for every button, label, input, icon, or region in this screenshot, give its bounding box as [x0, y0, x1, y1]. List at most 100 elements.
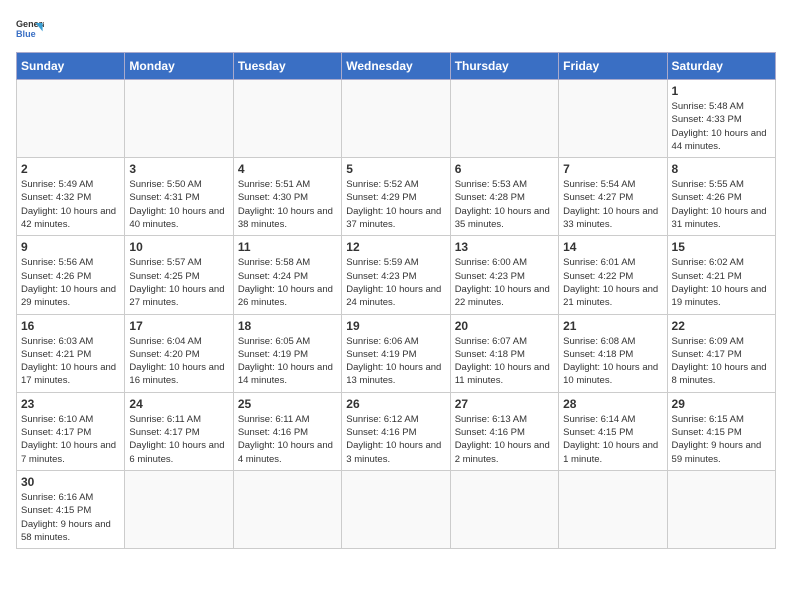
day-number: 13	[455, 240, 554, 254]
day-info: Sunrise: 5:57 AM Sunset: 4:25 PM Dayligh…	[129, 256, 228, 309]
calendar-cell: 1Sunrise: 5:48 AM Sunset: 4:33 PM Daylig…	[667, 80, 775, 158]
calendar-cell: 15 Sunrise: 6:02 AM Sunset: 4:21 PM Dayli…	[667, 236, 775, 314]
day-info: Sunrise: 6:11 AM Sunset: 4:16 PM Dayligh…	[238, 413, 337, 466]
day-info: Sunrise: 5:58 AM Sunset: 4:24 PM Dayligh…	[238, 256, 337, 309]
day-info: Sunrise: 6:07 AM Sunset: 4:18 PM Dayligh…	[455, 335, 554, 388]
day-info: Sunrise: 6:04 AM Sunset: 4:20 PM Dayligh…	[129, 335, 228, 388]
calendar-cell: 24 Sunrise: 6:11 AM Sunset: 4:17 PM Dayli…	[125, 392, 233, 470]
day-number: 26	[346, 397, 445, 411]
calendar-cell: 16 Sunrise: 6:03 AM Sunset: 4:21 PM Dayli…	[17, 314, 125, 392]
day-info: Sunrise: 5:55 AM Sunset: 4:26 PM Dayligh…	[672, 178, 771, 231]
day-info: Sunrise: 6:12 AM Sunset: 4:16 PM Dayligh…	[346, 413, 445, 466]
day-info: Sunrise: 5:56 AM Sunset: 4:26 PM Dayligh…	[21, 256, 120, 309]
day-number: 17	[129, 319, 228, 333]
day-number: 11	[238, 240, 337, 254]
weekday-header-friday: Friday	[559, 53, 667, 80]
calendar-cell: 29 Sunrise: 6:15 AM Sunset: 4:15 PM Dayli…	[667, 392, 775, 470]
calendar-table: SundayMondayTuesdayWednesdayThursdayFrid…	[16, 52, 776, 549]
calendar-cell	[125, 470, 233, 548]
calendar-cell	[450, 470, 558, 548]
day-number: 3	[129, 162, 228, 176]
day-info: Sunrise: 6:10 AM Sunset: 4:17 PM Dayligh…	[21, 413, 120, 466]
day-info: Sunrise: 6:00 AM Sunset: 4:23 PM Dayligh…	[455, 256, 554, 309]
calendar-cell: 27 Sunrise: 6:13 AM Sunset: 4:16 PM Dayli…	[450, 392, 558, 470]
calendar-cell	[450, 80, 558, 158]
calendar-cell: 18Sunrise: 6:05 AM Sunset: 4:19 PM Dayli…	[233, 314, 341, 392]
svg-text:Blue: Blue	[16, 29, 36, 39]
day-number: 15	[672, 240, 771, 254]
day-number: 5	[346, 162, 445, 176]
calendar-cell	[667, 470, 775, 548]
day-info: Sunrise: 5:48 AM Sunset: 4:33 PM Dayligh…	[672, 100, 771, 153]
day-number: 4	[238, 162, 337, 176]
calendar-cell	[17, 80, 125, 158]
calendar-cell: 20 Sunrise: 6:07 AM Sunset: 4:18 PM Dayli…	[450, 314, 558, 392]
calendar-cell: 11 Sunrise: 5:58 AM Sunset: 4:24 PM Dayli…	[233, 236, 341, 314]
day-info: Sunrise: 6:01 AM Sunset: 4:22 PM Dayligh…	[563, 256, 662, 309]
day-number: 29	[672, 397, 771, 411]
calendar-cell: 2 Sunrise: 5:49 AM Sunset: 4:32 PM Daylig…	[17, 158, 125, 236]
day-number: 30	[21, 475, 120, 489]
day-number: 24	[129, 397, 228, 411]
day-info: Sunrise: 6:09 AM Sunset: 4:17 PM Dayligh…	[672, 335, 771, 388]
calendar-cell: 28 Sunrise: 6:14 AM Sunset: 4:15 PM Dayli…	[559, 392, 667, 470]
day-info: Sunrise: 5:51 AM Sunset: 4:30 PM Dayligh…	[238, 178, 337, 231]
day-info: Sunrise: 6:03 AM Sunset: 4:21 PM Dayligh…	[21, 335, 120, 388]
calendar-cell: 17 Sunrise: 6:04 AM Sunset: 4:20 PM Dayli…	[125, 314, 233, 392]
calendar-cell: 5Sunrise: 5:52 AM Sunset: 4:29 PM Daylig…	[342, 158, 450, 236]
day-info: Sunrise: 5:49 AM Sunset: 4:32 PM Dayligh…	[21, 178, 120, 231]
day-info: Sunrise: 6:11 AM Sunset: 4:17 PM Dayligh…	[129, 413, 228, 466]
weekday-header-tuesday: Tuesday	[233, 53, 341, 80]
calendar-cell: 12Sunrise: 5:59 AM Sunset: 4:23 PM Dayli…	[342, 236, 450, 314]
calendar-cell: 23Sunrise: 6:10 AM Sunset: 4:17 PM Dayli…	[17, 392, 125, 470]
logo: General Blue	[16, 16, 52, 44]
day-number: 16	[21, 319, 120, 333]
day-number: 27	[455, 397, 554, 411]
day-number: 6	[455, 162, 554, 176]
day-number: 25	[238, 397, 337, 411]
day-number: 9	[21, 240, 120, 254]
calendar-cell	[559, 80, 667, 158]
calendar-cell: 26 Sunrise: 6:12 AM Sunset: 4:16 PM Dayli…	[342, 392, 450, 470]
calendar-cell: 22 Sunrise: 6:09 AM Sunset: 4:17 PM Dayli…	[667, 314, 775, 392]
calendar-cell: 8 Sunrise: 5:55 AM Sunset: 4:26 PM Daylig…	[667, 158, 775, 236]
calendar-cell: 6 Sunrise: 5:53 AM Sunset: 4:28 PM Daylig…	[450, 158, 558, 236]
day-info: Sunrise: 6:02 AM Sunset: 4:21 PM Dayligh…	[672, 256, 771, 309]
day-info: Sunrise: 6:06 AM Sunset: 4:19 PM Dayligh…	[346, 335, 445, 388]
day-info: Sunrise: 6:08 AM Sunset: 4:18 PM Dayligh…	[563, 335, 662, 388]
day-info: Sunrise: 5:54 AM Sunset: 4:27 PM Dayligh…	[563, 178, 662, 231]
day-number: 22	[672, 319, 771, 333]
calendar-cell	[342, 470, 450, 548]
day-number: 10	[129, 240, 228, 254]
calendar-cell: 19Sunrise: 6:06 AM Sunset: 4:19 PM Dayli…	[342, 314, 450, 392]
day-number: 18	[238, 319, 337, 333]
day-number: 21	[563, 319, 662, 333]
day-info: Sunrise: 6:14 AM Sunset: 4:15 PM Dayligh…	[563, 413, 662, 466]
day-info: Sunrise: 5:53 AM Sunset: 4:28 PM Dayligh…	[455, 178, 554, 231]
day-info: Sunrise: 5:50 AM Sunset: 4:31 PM Dayligh…	[129, 178, 228, 231]
calendar-cell: 21 Sunrise: 6:08 AM Sunset: 4:18 PM Dayli…	[559, 314, 667, 392]
day-info: Sunrise: 6:13 AM Sunset: 4:16 PM Dayligh…	[455, 413, 554, 466]
calendar-cell: 7 Sunrise: 5:54 AM Sunset: 4:27 PM Daylig…	[559, 158, 667, 236]
day-info: Sunrise: 6:16 AM Sunset: 4:15 PM Dayligh…	[21, 491, 120, 544]
day-info: Sunrise: 6:15 AM Sunset: 4:15 PM Dayligh…	[672, 413, 771, 466]
generalblue-logo-icon: General Blue	[16, 16, 44, 44]
day-number: 12	[346, 240, 445, 254]
day-number: 20	[455, 319, 554, 333]
day-number: 2	[21, 162, 120, 176]
day-number: 7	[563, 162, 662, 176]
calendar-cell: 3 Sunrise: 5:50 AM Sunset: 4:31 PM Daylig…	[125, 158, 233, 236]
calendar-cell	[233, 470, 341, 548]
calendar-cell: 13 Sunrise: 6:00 AM Sunset: 4:23 PM Dayli…	[450, 236, 558, 314]
calendar-cell: 25 Sunrise: 6:11 AM Sunset: 4:16 PM Dayli…	[233, 392, 341, 470]
day-number: 8	[672, 162, 771, 176]
calendar-cell: 14 Sunrise: 6:01 AM Sunset: 4:22 PM Dayli…	[559, 236, 667, 314]
weekday-header-wednesday: Wednesday	[342, 53, 450, 80]
calendar-cell	[125, 80, 233, 158]
weekday-header-sunday: Sunday	[17, 53, 125, 80]
day-number: 14	[563, 240, 662, 254]
day-number: 28	[563, 397, 662, 411]
calendar-cell	[233, 80, 341, 158]
calendar-cell: 30 Sunrise: 6:16 AM Sunset: 4:15 PM Dayli…	[17, 470, 125, 548]
calendar-cell: 10 Sunrise: 5:57 AM Sunset: 4:25 PM Dayli…	[125, 236, 233, 314]
